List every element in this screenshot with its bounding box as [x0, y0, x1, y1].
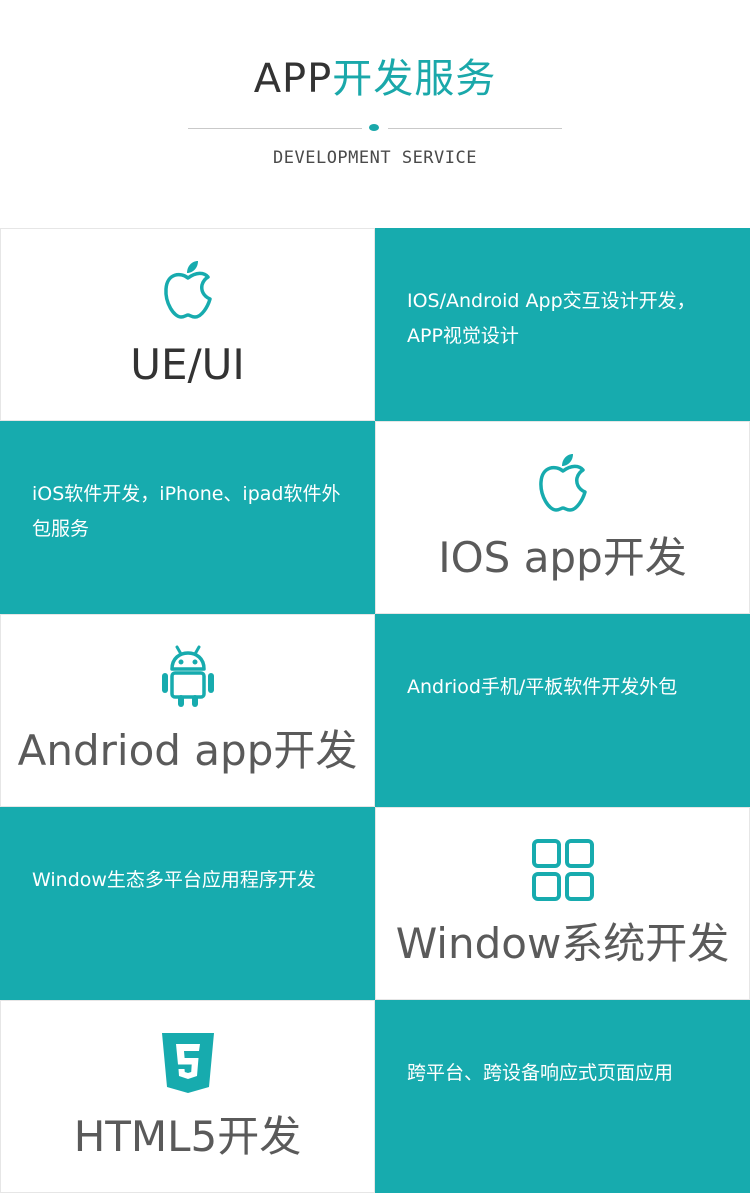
- service-card-ueui[interactable]: UE/UI: [0, 228, 375, 421]
- windows-grid-icon: [376, 838, 749, 902]
- service-title: UE/UI: [130, 340, 245, 389]
- service-card-android[interactable]: Andriod app开发: [0, 614, 375, 807]
- service-description: IOS/Android App交互设计开发，APP视觉设计: [407, 290, 696, 347]
- service-description: iOS软件开发，iPhone、ipad软件外包服务: [32, 483, 341, 540]
- service-desc-ios: iOS软件开发，iPhone、ipad软件外包服务: [0, 421, 375, 614]
- services-grid: UE/UI IOS/Android App交互设计开发，APP视觉设计 iOS软…: [0, 228, 750, 1193]
- title-app: APP: [253, 56, 333, 102]
- apple-icon: [1, 259, 374, 323]
- service-title: HTML5开发: [73, 1112, 302, 1161]
- divider-line-left: [188, 128, 362, 129]
- section-header: APP开发服务 DEVELOPMENT SERVICE: [0, 0, 750, 228]
- divider-dot: [369, 124, 379, 131]
- service-desc-html5: 跨平台、跨设备响应式页面应用: [375, 1000, 750, 1193]
- page-subtitle: DEVELOPMENT SERVICE: [273, 148, 477, 168]
- service-card-html5[interactable]: HTML5开发: [0, 1000, 375, 1193]
- service-desc-windows: Window生态多平台应用程序开发: [0, 807, 375, 1000]
- service-description: Andriod手机/平板软件开发外包: [407, 676, 678, 698]
- service-title: Andriod app开发: [17, 726, 358, 775]
- service-desc-ueui: IOS/Android App交互设计开发，APP视觉设计: [375, 228, 750, 421]
- service-desc-android: Andriod手机/平板软件开发外包: [375, 614, 750, 807]
- service-title: IOS app开发: [438, 533, 687, 582]
- divider-line-right: [388, 128, 562, 129]
- service-title: Window系统开发: [395, 919, 730, 968]
- service-card-windows[interactable]: Window系统开发: [375, 807, 750, 1000]
- apple-icon: [376, 452, 749, 516]
- title-service: 开发服务: [332, 56, 497, 102]
- page-title: APP开发服务: [0, 56, 750, 102]
- service-card-ios[interactable]: IOS app开发: [375, 421, 750, 614]
- html5-icon: [1, 1031, 374, 1095]
- service-description: 跨平台、跨设备响应式页面应用: [407, 1062, 674, 1084]
- android-icon: [1, 645, 374, 709]
- service-description: Window生态多平台应用程序开发: [32, 869, 316, 891]
